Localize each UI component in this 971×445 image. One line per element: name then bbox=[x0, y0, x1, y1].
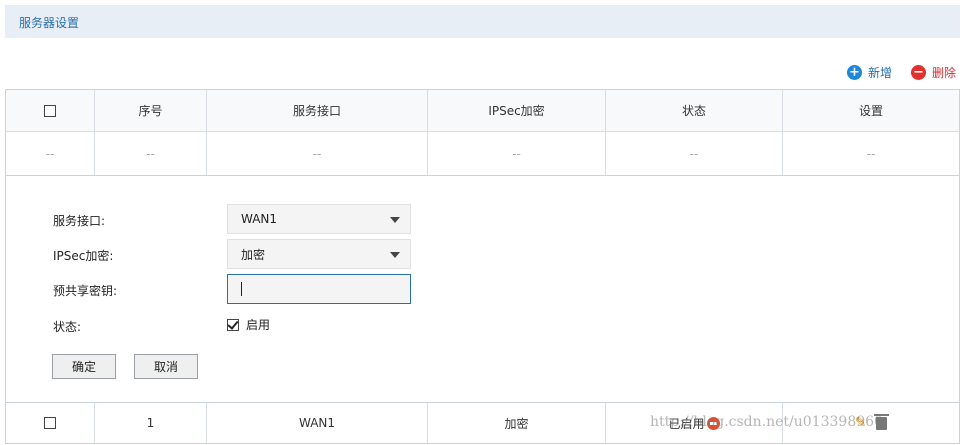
page-title: 服务器设置 bbox=[19, 16, 80, 30]
delete-icon[interactable] bbox=[874, 413, 890, 430]
placeholder-cell: -- bbox=[6, 132, 95, 175]
status-enable-checkbox[interactable]: 启用 bbox=[227, 316, 270, 333]
header-select-all bbox=[6, 90, 95, 131]
text-caret bbox=[241, 282, 242, 296]
placeholder-cell: -- bbox=[866, 146, 876, 161]
table-row-placeholder: -- -- -- -- -- -- bbox=[6, 132, 959, 176]
chevron-down-icon bbox=[390, 252, 400, 258]
row-index: 1 bbox=[95, 403, 207, 443]
column-header-index: 序号 bbox=[95, 90, 207, 131]
interface-select-value: WAN1 bbox=[241, 212, 278, 226]
row-status-cell: 已启用 bbox=[606, 403, 783, 443]
cancel-button[interactable]: 取消 bbox=[134, 354, 198, 379]
delete-button[interactable]: − 删除 bbox=[911, 63, 956, 81]
psk-input[interactable] bbox=[227, 274, 411, 304]
disable-icon[interactable] bbox=[706, 416, 720, 430]
ipsec-select[interactable]: 加密 bbox=[227, 239, 411, 269]
table-header: 序号 服务接口 IPSec加密 状态 设置 bbox=[6, 90, 959, 132]
interface-label: 服务接口: bbox=[53, 214, 106, 228]
add-button[interactable]: + 新增 bbox=[847, 63, 892, 81]
row-status: 已启用 bbox=[668, 416, 705, 431]
psk-label: 预共享密钥: bbox=[53, 284, 118, 298]
column-header-ipsec: IPSec加密 bbox=[428, 90, 606, 131]
placeholder-cell: -- bbox=[207, 132, 428, 175]
add-button-label: 新增 bbox=[868, 65, 893, 80]
table-row: 1 WAN1 加密 已启用 ✎ bbox=[6, 402, 959, 443]
row-select-cell bbox=[6, 403, 95, 443]
status-label: 状态: bbox=[53, 320, 82, 334]
placeholder-cell: -- bbox=[95, 132, 207, 175]
page-header: 服务器设置 bbox=[5, 5, 960, 38]
status-enable-label: 启用 bbox=[246, 318, 271, 332]
edit-form: 服务接口: WAN1 IPSec加密: 加密 预共享密钥: 状态: 启用 确定 … bbox=[6, 177, 959, 402]
row-interface: WAN1 bbox=[207, 403, 428, 443]
column-header-settings: 设置 bbox=[858, 104, 883, 118]
row-checkbox[interactable] bbox=[44, 417, 56, 429]
ipsec-select-value: 加密 bbox=[241, 247, 266, 262]
column-header-interface: 服务接口 bbox=[207, 90, 428, 131]
placeholder-cell: -- bbox=[606, 132, 783, 175]
column-header-status: 状态 bbox=[606, 90, 783, 131]
delete-button-label: 删除 bbox=[932, 65, 957, 80]
ipsec-label: IPSec加密: bbox=[53, 249, 114, 263]
edit-icon[interactable]: ✎ bbox=[855, 415, 867, 431]
server-table: 序号 服务接口 IPSec加密 状态 设置 -- -- -- -- -- -- … bbox=[5, 89, 960, 444]
placeholder-cell: -- bbox=[428, 132, 606, 175]
chevron-down-icon bbox=[390, 217, 400, 223]
ok-button[interactable]: 确定 bbox=[52, 354, 116, 379]
interface-select[interactable]: WAN1 bbox=[227, 204, 411, 234]
checkbox-checked-icon bbox=[227, 318, 239, 331]
select-all-checkbox[interactable] bbox=[44, 104, 56, 117]
row-ipsec: 加密 bbox=[428, 403, 606, 443]
minus-circle-icon: − bbox=[911, 64, 926, 80]
plus-circle-icon: + bbox=[847, 64, 862, 80]
row-actions-cell: ✎ bbox=[783, 403, 959, 443]
